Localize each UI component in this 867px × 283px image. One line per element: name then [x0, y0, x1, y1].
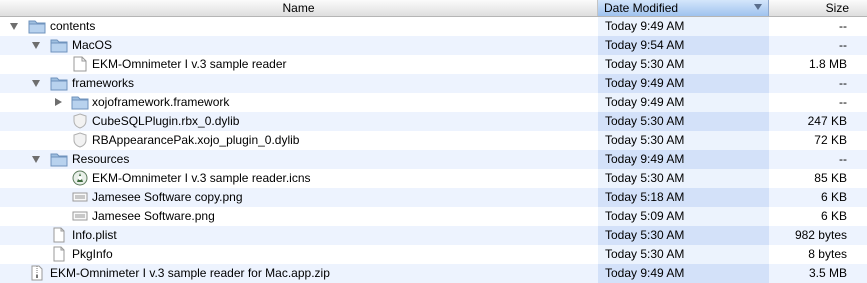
date-modified: Today 5:18 AM — [605, 190, 685, 204]
png-icon — [72, 211, 88, 221]
file-size: 1.8 MB — [808, 57, 847, 71]
file-size: 6 KB — [820, 190, 847, 204]
folder-icon — [28, 20, 46, 34]
file-size: 6 KB — [820, 209, 847, 223]
column-header-name[interactable]: Name — [0, 0, 598, 16]
file-name: MacOS — [72, 38, 113, 52]
table-row[interactable]: EKM-Omnimeter I v.3 sample reader.icns T… — [0, 169, 867, 188]
date-modified: Today 9:49 AM — [605, 266, 685, 280]
folder-icon — [50, 39, 68, 53]
file-size: -- — [839, 152, 847, 166]
date-modified: Today 9:49 AM — [605, 76, 685, 90]
file-name: PkgInfo — [72, 247, 113, 261]
disclosure-triangle-collapsed-icon[interactable] — [55, 98, 62, 106]
disclosure-triangle-expanded-icon[interactable] — [32, 80, 40, 87]
folder-icon — [71, 96, 89, 110]
table-row[interactable]: xojoframework.framework Today 9:49 AM -- — [0, 93, 867, 112]
table-row[interactable]: frameworks Today 9:49 AM -- — [0, 74, 867, 93]
png-icon — [72, 192, 88, 202]
date-modified: Today 5:30 AM — [605, 133, 685, 147]
document-icon — [53, 227, 65, 243]
icns-icon — [72, 170, 88, 186]
file-name: Resources — [72, 152, 130, 166]
file-name: Jamesee Software.png — [92, 209, 215, 223]
table-row[interactable]: Info.plist Today 5:30 AM 982 bytes — [0, 226, 867, 245]
disclosure-triangle-expanded-icon[interactable] — [32, 156, 40, 163]
table-row[interactable]: EKM-Omnimeter I v.3 sample reader for Ma… — [0, 264, 867, 283]
file-size: 85 KB — [814, 171, 847, 185]
file-size: -- — [839, 19, 847, 33]
date-modified: Today 9:49 AM — [605, 95, 685, 109]
file-name: CubeSQLPlugin.rbx_0.dylib — [92, 114, 240, 128]
table-row[interactable]: EKM-Omnimeter I v.3 sample reader Today … — [0, 55, 867, 74]
file-name: EKM-Omnimeter I v.3 sample reader — [92, 57, 287, 71]
file-name: Info.plist — [72, 228, 117, 242]
file-list: contents Today 9:49 AM -- MacOS Today 9:… — [0, 17, 867, 283]
table-row[interactable]: PkgInfo Today 5:30 AM 8 bytes — [0, 245, 867, 264]
column-header-date-modified[interactable]: Date Modified — [598, 0, 769, 16]
table-row[interactable]: CubeSQLPlugin.rbx_0.dylib Today 5:30 AM … — [0, 112, 867, 131]
disclosure-triangle-expanded-icon[interactable] — [10, 23, 18, 30]
date-modified: Today 5:30 AM — [605, 171, 685, 185]
table-row[interactable]: MacOS Today 9:54 AM -- — [0, 36, 867, 55]
date-modified: Today 9:49 AM — [605, 19, 685, 33]
file-name: Jamesee Software copy.png — [92, 190, 243, 204]
file-size: -- — [839, 76, 847, 90]
file-size: 982 bytes — [794, 228, 847, 242]
date-modified: Today 5:30 AM — [605, 114, 685, 128]
column-header-date-label: Date Modified — [604, 1, 679, 15]
file-size: -- — [839, 38, 847, 52]
file-size: 3.5 MB — [808, 266, 847, 280]
file-size: 8 bytes — [808, 247, 847, 261]
date-modified: Today 5:30 AM — [605, 247, 685, 261]
file-size: 247 KB — [807, 114, 847, 128]
table-row[interactable]: RBAppearancePak.xojo_plugin_0.dylib Toda… — [0, 131, 867, 150]
zip-icon — [31, 265, 43, 281]
file-name: xojoframework.framework — [92, 95, 230, 109]
date-modified: Today 9:49 AM — [605, 152, 685, 166]
file-name: frameworks — [72, 76, 135, 90]
folder-icon — [50, 77, 68, 91]
table-row[interactable]: Resources Today 9:49 AM -- — [0, 150, 867, 169]
file-name: EKM-Omnimeter I v.3 sample reader for Ma… — [50, 266, 330, 280]
document-icon — [53, 246, 65, 262]
folder-icon — [50, 153, 68, 167]
column-header-bar: Name Date Modified Size — [0, 0, 867, 17]
table-row[interactable]: Jamesee Software.png Today 5:09 AM 6 KB — [0, 207, 867, 226]
date-modified: Today 5:30 AM — [605, 57, 685, 71]
disclosure-triangle-expanded-icon[interactable] — [32, 42, 40, 49]
dylib-icon — [73, 113, 87, 129]
dylib-icon — [73, 132, 87, 148]
executable-icon — [73, 56, 87, 72]
column-header-size[interactable]: Size — [770, 0, 867, 16]
date-modified: Today 5:09 AM — [605, 209, 685, 223]
table-row[interactable]: Jamesee Software copy.png Today 5:18 AM … — [0, 188, 867, 207]
file-name: RBAppearancePak.xojo_plugin_0.dylib — [92, 133, 300, 147]
file-name: EKM-Omnimeter I v.3 sample reader.icns — [92, 171, 311, 185]
table-row[interactable]: contents Today 9:49 AM -- — [0, 17, 867, 36]
file-size: 72 KB — [814, 133, 847, 147]
sort-descending-icon — [754, 4, 762, 10]
file-name: contents — [50, 19, 96, 33]
date-modified: Today 9:54 AM — [605, 38, 685, 52]
file-size: -- — [839, 95, 847, 109]
date-modified: Today 5:30 AM — [605, 228, 685, 242]
